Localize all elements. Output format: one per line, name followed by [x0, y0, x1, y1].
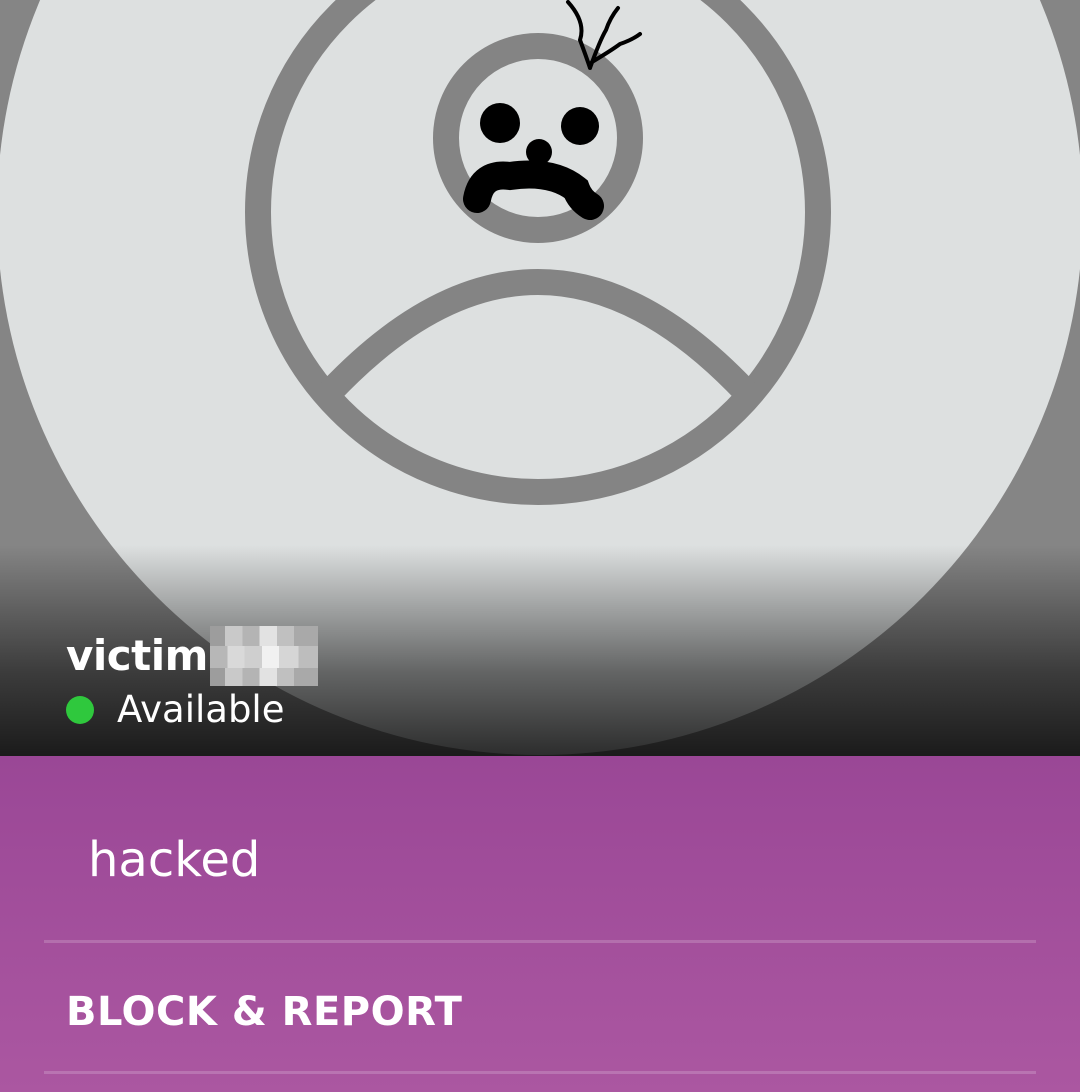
profile-name-text: victim	[66, 631, 208, 680]
divider	[44, 940, 1036, 943]
profile-screen: victim Available hacked BLOCK & REPORT	[0, 0, 1080, 1092]
mood-message: hacked	[88, 832, 261, 888]
profile-info-panel	[0, 756, 1080, 1092]
status-text: Available	[117, 688, 285, 731]
available-status-icon	[66, 696, 94, 724]
presence-status: Available	[66, 688, 284, 732]
divider	[44, 1071, 1036, 1074]
redacted-name-suffix	[209, 626, 318, 686]
block-and-report-button[interactable]: BLOCK & REPORT	[66, 986, 462, 1038]
profile-name: victim	[66, 626, 318, 686]
profile-hero: victim Available	[0, 0, 1080, 756]
